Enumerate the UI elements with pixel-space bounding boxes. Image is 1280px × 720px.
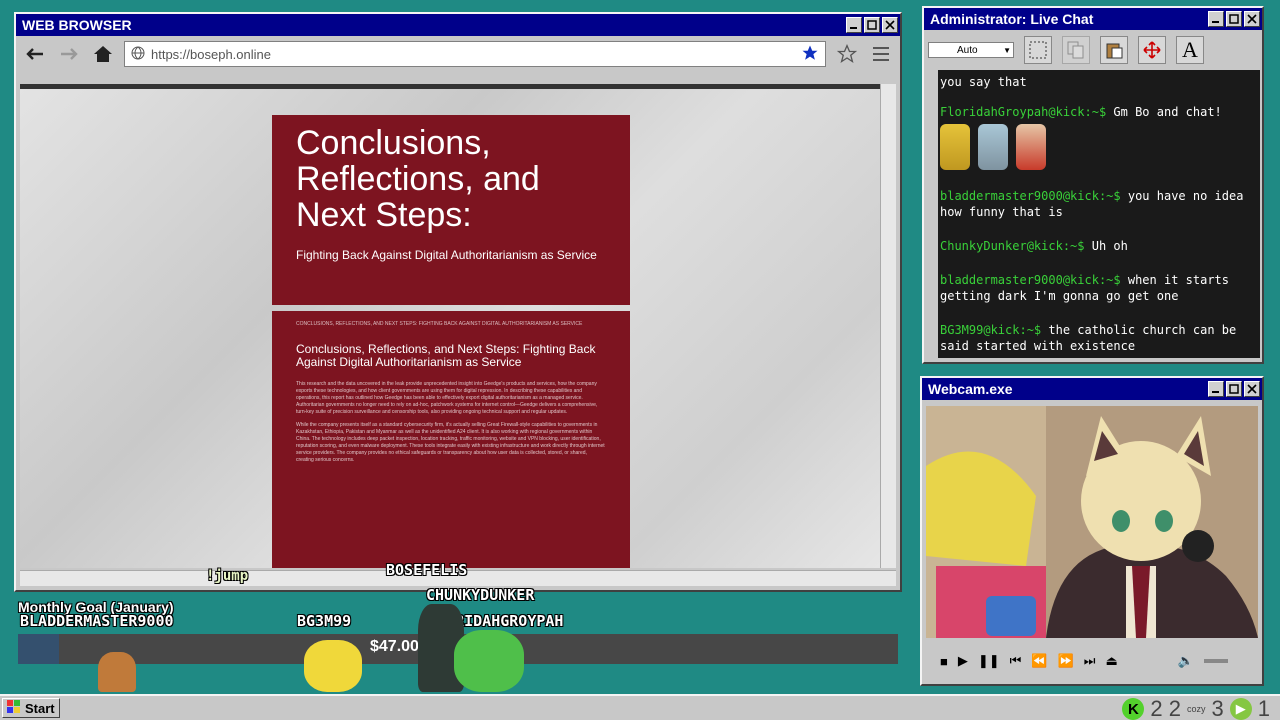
minimize-button[interactable] [1208,381,1224,397]
document-cover: Conclusions, Reflections, and Next Steps… [272,115,630,305]
back-icon[interactable] [22,41,48,67]
chat-log: you say that FloridahGroypah@kick:~$ Gm … [938,70,1260,358]
tray-cozy-label: cozy [1186,704,1206,714]
volume-icon[interactable]: 🔈 [1178,653,1194,669]
emote-image [940,124,970,170]
emote-image [978,124,1008,170]
bookmark-star-icon[interactable] [801,44,819,65]
move-icon[interactable] [1138,36,1166,64]
avatar-name: BLADDERMASTER9000 [20,612,174,630]
rumble-icon[interactable]: ▶ [1229,698,1252,720]
page-paragraph: This research and the data uncovered in … [296,381,598,415]
close-button[interactable] [1244,11,1260,27]
close-button[interactable] [882,17,898,33]
font-icon[interactable]: A [1176,36,1204,64]
maximize-button[interactable] [1226,11,1242,27]
copy-icon[interactable] [1062,36,1090,64]
chat-message: BG3M99@kick:~$ the catholic church can b… [940,322,1258,354]
page-header: CONCLUSIONS, REFLECTIONS, AND NEXT STEPS… [296,321,583,327]
webcam-window: Webcam.exe ■ ▶ ❚❚ ⏮ ⏪ ⏩ ⏭ ⏏ � [920,376,1264,686]
chat-title: Administrator: Live Chat [930,11,1094,27]
kick-icon[interactable]: K [1122,698,1145,720]
goal-progress-fill [18,634,60,664]
select-icon[interactable] [1024,36,1052,64]
fast-forward-icon[interactable]: ⏩ [1058,653,1074,669]
volume-slider[interactable] [1203,659,1228,663]
browser-titlebar[interactable]: WEB BROWSER [16,14,900,36]
page-viewport[interactable]: Conclusions, Reflections, and Next Steps… [20,84,880,568]
document-page: CONCLUSIONS, REFLECTIONS, AND NEXT STEPS… [272,311,630,568]
system-tray: K 2 2 cozy 3 ▶ 1 [1122,696,1270,720]
chat-message: you say that [940,74,1258,90]
home-icon[interactable] [90,41,116,67]
tray-count: 3 [1211,696,1224,720]
minimize-button[interactable] [846,17,862,33]
windows-logo-icon [7,699,21,717]
chat-username: ChunkyDunker@kick:~$ [940,239,1085,253]
eject-icon[interactable]: ⏏ [1105,653,1117,669]
avatar-sprite [98,652,136,692]
webcam-feed [926,406,1258,638]
skip-forward-icon[interactable]: ⏭ [1084,653,1096,669]
rewind-icon[interactable]: ⏪ [1031,653,1047,669]
start-button[interactable]: Start [2,698,60,718]
chevron-down-icon: ▼ [1003,45,1011,55]
taskbar: Start K 2 2 cozy 3 ▶ 1 [0,694,1280,720]
webcam-titlebar[interactable]: Webcam.exe [922,378,1262,400]
browser-window: WEB BROWSER https://boseph.online Conclu… [14,12,902,592]
minimize-button[interactable] [1208,11,1224,27]
page-paragraph: While the company presents itself as a s… [296,422,605,463]
media-controls: ■ ▶ ❚❚ ⏮ ⏪ ⏩ ⏭ ⏏ 🔈 [926,646,1258,676]
avatar-name: BG3M99 [297,612,352,630]
skip-back-icon[interactable]: ⏮ [1010,653,1022,669]
zoom-value: Auto [957,44,978,56]
cover-subtitle: Fighting Back Against Digital Authoritar… [296,248,597,262]
chat-titlebar[interactable]: Administrator: Live Chat [924,8,1262,30]
chat-username: BG3M99@kick:~$ [940,323,1042,337]
cover-title: Conclusions, Reflections, and Next Steps… [296,124,540,234]
maximize-button[interactable] [864,17,880,33]
avatar-sprite [454,630,524,692]
chat-username: bladdermaster9000@kick:~$ [940,189,1121,203]
pause-icon[interactable]: ❚❚ [978,653,1000,669]
browser-navbar: https://boseph.online [16,36,900,72]
chat-toolbar: Auto ▼ A [924,30,1262,70]
chat-message: bladdermaster9000@kick:~$ when it starts… [940,272,1258,304]
chat-text: Uh oh [1091,239,1128,253]
emote-row [940,124,1258,170]
webcam-title: Webcam.exe [928,381,1013,397]
chat-username: bladdermaster9000@kick:~$ [940,273,1121,287]
close-button[interactable] [1244,381,1260,397]
vertical-scrollbar[interactable] [880,84,896,568]
chat-window: Administrator: Live Chat Auto ▼ A you say… [922,6,1264,364]
globe-icon [131,46,145,63]
chat-message: bladdermaster9000@kick:~$ you have no id… [940,188,1258,220]
avatar-name: CHUNKYDUNKER [426,586,535,604]
tray-count: 1 [1257,696,1270,720]
emote-image [1016,124,1046,170]
jump-command: !jump [206,568,249,584]
page-heading: Conclusions, Reflections, and Next Steps… [296,342,596,369]
menu-icon[interactable] [868,41,894,67]
chat-text: Gm Bo and chat! [1113,105,1222,119]
zoom-select[interactable]: Auto ▼ [928,42,1014,58]
tray-count: 2 2 [1150,696,1181,720]
chat-message: ChunkyDunker@kick:~$ Uh oh [940,238,1258,254]
avatar-name: BOSEFELIS [386,561,468,579]
start-label: Start [25,700,55,716]
paste-icon[interactable] [1100,36,1128,64]
stop-icon[interactable]: ■ [940,654,948,669]
avatar-sprite [304,640,362,692]
forward-icon[interactable] [56,41,82,67]
browser-title: WEB BROWSER [22,17,132,33]
chat-text: you say that [940,75,1027,89]
chat-username: FloridahGroypah@kick:~$ [940,105,1107,119]
maximize-button[interactable] [1226,381,1242,397]
url-text: https://boseph.online [151,46,271,62]
favorites-star-icon[interactable] [834,41,860,67]
play-icon[interactable]: ▶ [958,653,968,669]
url-bar[interactable]: https://boseph.online [124,41,826,67]
chat-message: FloridahGroypah@kick:~$ Gm Bo and chat! [940,104,1258,170]
